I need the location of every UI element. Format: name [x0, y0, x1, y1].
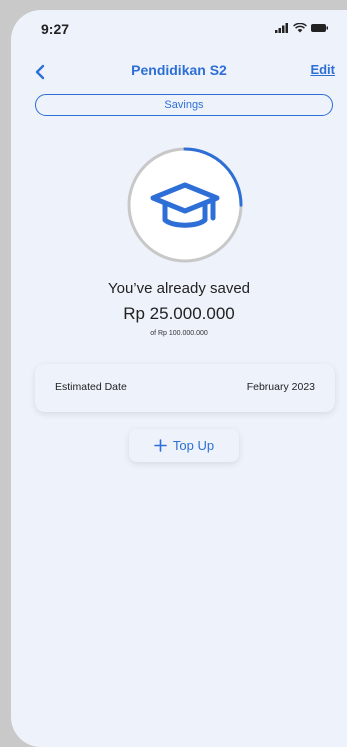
top-up-button[interactable]: Top Up — [129, 429, 239, 462]
phone-screen: 9:27 Pendidikan S2 Edit Savings You’ve a… — [11, 10, 347, 747]
status-time: 9:27 — [41, 21, 70, 37]
edit-link[interactable]: Edit — [310, 62, 335, 77]
wifi-icon — [293, 23, 307, 33]
page-title: Pendidikan S2 — [131, 62, 227, 78]
signal-icon — [275, 23, 288, 33]
plus-icon — [154, 439, 167, 452]
saved-amount: Rp 25.000.000 — [123, 304, 235, 323]
tab-savings[interactable]: Savings — [35, 94, 333, 116]
estimated-date-card: Estimated Date February 2023 — [35, 364, 335, 412]
saved-label: You’ve already saved — [107, 280, 251, 297]
header: Pendidikan S2 Edit — [11, 58, 347, 86]
goal-progress-ring — [127, 147, 243, 263]
estimated-date-label: Estimated Date — [55, 381, 127, 393]
estimated-date-value: February 2023 — [246, 381, 315, 393]
target-amount: of Rp 100.000.000 — [150, 330, 208, 337]
status-icons — [275, 23, 329, 33]
battery-icon — [311, 24, 328, 32]
top-up-label: Top Up — [172, 438, 215, 453]
status-bar: 9:27 — [11, 10, 347, 46]
